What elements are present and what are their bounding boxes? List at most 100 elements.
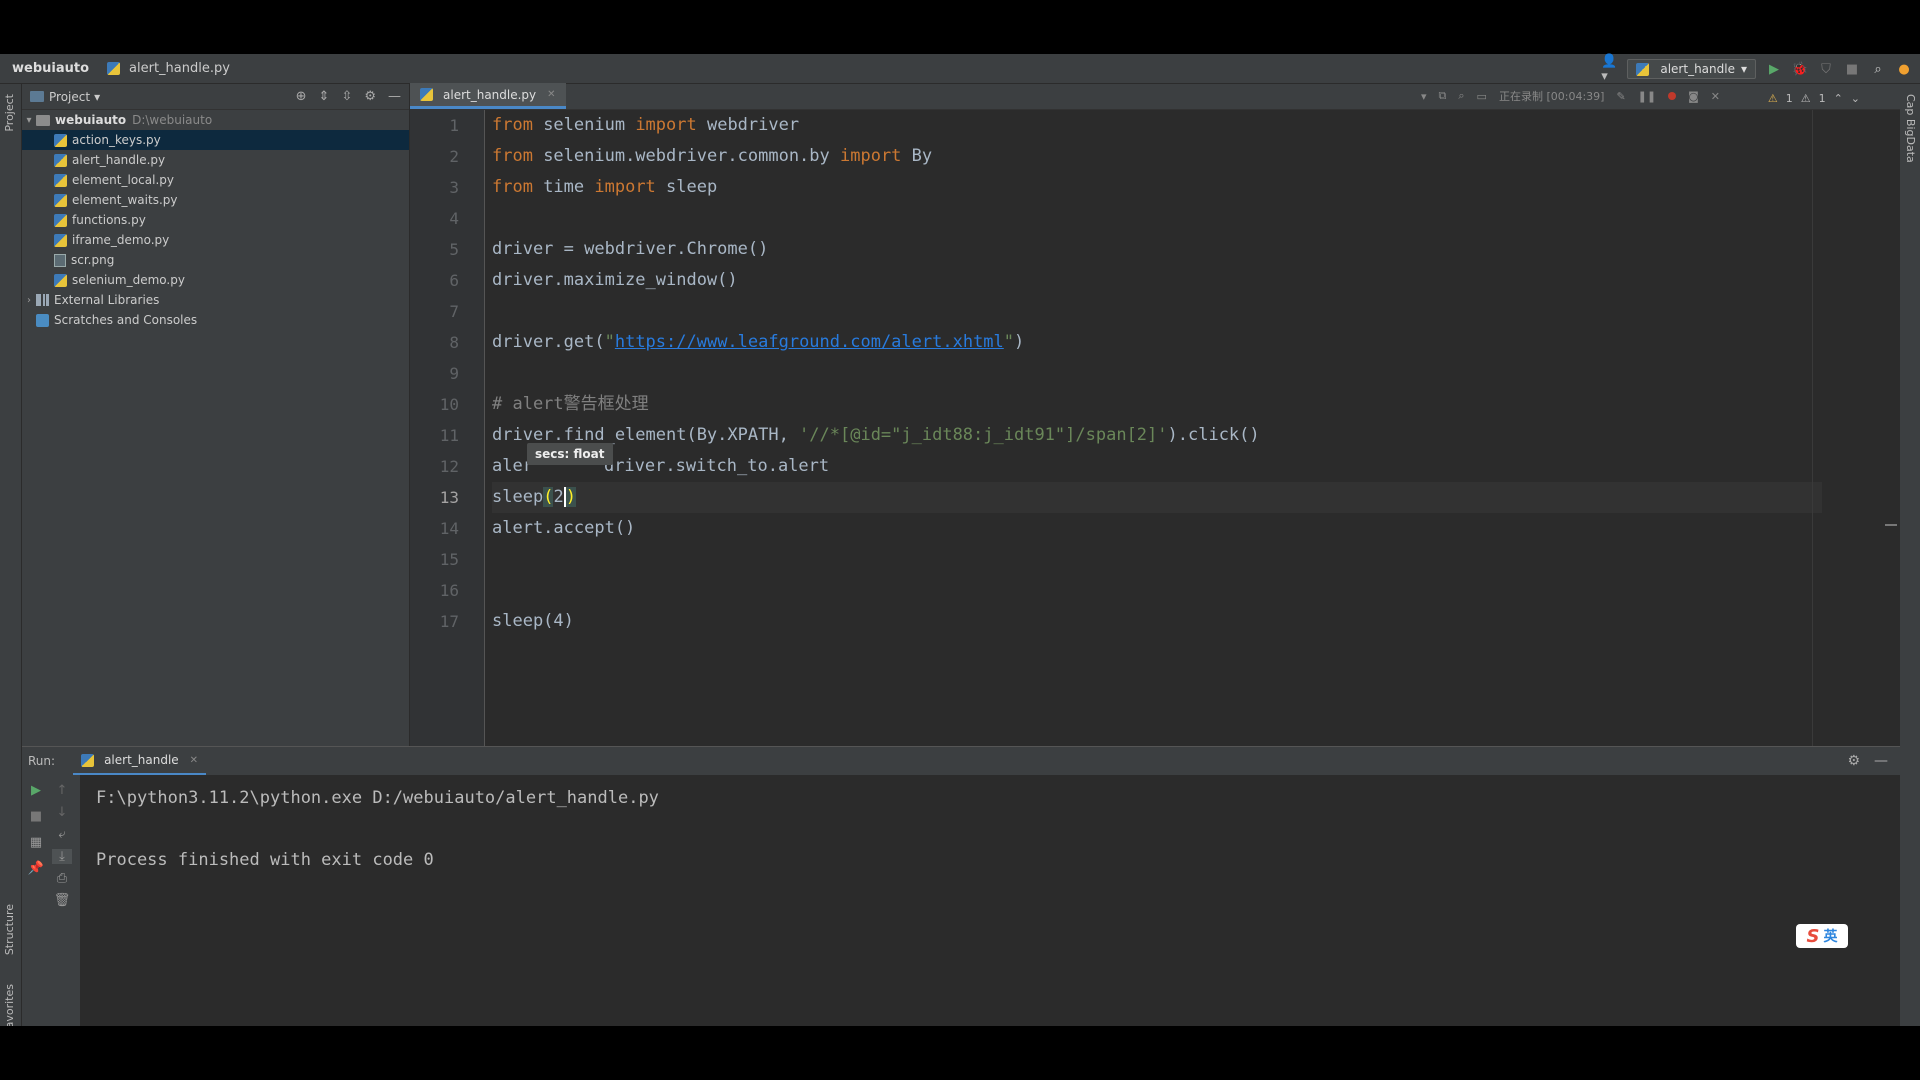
structure-tool-tab[interactable]: Structure [3, 904, 16, 955]
collapse-all-icon[interactable]: ⇳ [341, 89, 352, 104]
tree-scratches[interactable]: Scratches and Consoles [22, 310, 409, 330]
record-icon[interactable] [1668, 92, 1677, 100]
tree-file[interactable]: action_keys.py [22, 130, 409, 150]
code-line[interactable]: aler driver.switch_to.alert [492, 451, 1822, 482]
console-line: Process finished with exit code 0 [96, 850, 434, 870]
pause-icon[interactable]: ❚❚ [1638, 90, 1656, 103]
close-icon[interactable]: ✕ [1711, 90, 1720, 103]
project-view-selector[interactable]: Project [49, 90, 90, 104]
tree-root[interactable]: ▾ webuiauto D:\webuiauto [22, 110, 409, 130]
code-line-empty[interactable] [492, 296, 1822, 327]
tree-file[interactable]: iframe_demo.py [22, 230, 409, 250]
string-quote: " [1003, 332, 1015, 352]
code-line[interactable]: driver.find_element(By.XPATH, '//*[@id="… [492, 420, 1822, 451]
code-line-current[interactable]: sleep(2) [492, 482, 1822, 513]
gear-icon[interactable]: ⚙ [1847, 753, 1860, 769]
update-icon[interactable]: ● [1896, 61, 1912, 77]
pen-icon[interactable]: ✎ [1616, 90, 1625, 103]
chevron-right-icon[interactable]: › [22, 295, 36, 306]
letterbox-top [0, 0, 1920, 54]
code-line[interactable]: # alert警告框处理 [492, 389, 1822, 420]
tree-file-label: action_keys.py [72, 133, 161, 147]
code-line[interactable]: from selenium.webdriver.common.by import… [492, 141, 1822, 172]
scroll-to-end-icon[interactable]: ⤓ [52, 849, 72, 864]
chevron-down-icon[interactable]: ▾ [22, 115, 36, 126]
navigation-bar: webuiauto alert_handle.py 👤▾ alert_handl… [0, 54, 1920, 84]
code-line-empty[interactable] [492, 544, 1822, 575]
code-line[interactable]: alert.accept() [492, 513, 1822, 544]
pin-icon[interactable]: 📌 [26, 861, 46, 876]
bigdata-tool-tab[interactable]: Cap BigData [1904, 94, 1917, 163]
code-area[interactable]: from selenium import webdriver from sele… [492, 110, 1822, 746]
soft-wrap-icon[interactable]: ⤶ [52, 827, 72, 842]
code-text: driver = webdriver.Chrome() [492, 239, 769, 259]
camera-icon[interactable]: ◙ [1688, 90, 1699, 103]
arrow-up-icon[interactable]: ↑ [52, 783, 72, 798]
tree-external-libraries[interactable]: › External Libraries [22, 290, 409, 310]
python-file-icon [54, 153, 67, 167]
run-tab[interactable]: alert_handle ✕ [73, 747, 207, 775]
tree-file[interactable]: element_local.py [22, 170, 409, 190]
keyword: from [492, 177, 533, 197]
code-line[interactable]: sleep(4) [492, 606, 1822, 637]
code-line[interactable]: driver.maximize_window() [492, 265, 1822, 296]
stop-icon[interactable]: ■ [1844, 61, 1860, 77]
minimize-icon[interactable]: — [388, 89, 401, 104]
chevron-down-icon[interactable]: ▾ [94, 90, 100, 104]
tree-file[interactable]: selenium_demo.py [22, 270, 409, 290]
user-icon[interactable]: 👤▾ [1601, 54, 1617, 84]
chevron-down-icon[interactable]: ⌄ [1851, 92, 1860, 105]
copy-icon[interactable]: ⧉ [1439, 89, 1447, 103]
tree-file[interactable]: alert_handle.py [22, 150, 409, 170]
close-icon[interactable]: ✕ [547, 89, 555, 100]
console-output[interactable]: F:\python3.11.2\python.exe D:/webuiauto/… [96, 783, 659, 876]
code-line-empty[interactable] [492, 203, 1822, 234]
code-line-empty[interactable] [492, 358, 1822, 389]
search-icon[interactable]: ⌕ [1870, 61, 1886, 77]
coverage-icon[interactable]: ⛉ [1818, 61, 1834, 77]
tree-file[interactable]: scr.png [22, 250, 409, 270]
code-line[interactable]: driver = webdriver.Chrome() [492, 234, 1822, 265]
breadcrumb-project[interactable]: webuiauto [12, 61, 89, 76]
code-line[interactable]: from selenium import webdriver [492, 110, 1822, 141]
trash-icon[interactable]: 🗑 [52, 893, 72, 908]
tree-file[interactable]: element_waits.py [22, 190, 409, 210]
ime-indicator[interactable]: S 英 [1796, 924, 1848, 948]
tree-file[interactable]: functions.py [22, 210, 409, 230]
minimize-icon[interactable]: — [1874, 753, 1888, 769]
warning-icon: ⚠ [1767, 92, 1778, 105]
code-line-empty[interactable] [492, 575, 1822, 606]
rerun-icon[interactable]: ▶ [26, 783, 46, 798]
console-line-empty [96, 814, 659, 845]
arrow-down-icon[interactable]: ↓ [52, 805, 72, 820]
keyword: import [594, 177, 656, 197]
breadcrumb-file[interactable]: alert_handle.py [107, 61, 230, 76]
console-line: F:\python3.11.2\python.exe D:/webuiauto/… [96, 788, 659, 808]
search-icon[interactable]: ⌕ [1458, 89, 1464, 103]
line-number: 16 [439, 581, 459, 600]
python-file-icon [107, 62, 121, 75]
stop-icon[interactable]: ■ [26, 809, 46, 824]
expand-all-icon[interactable]: ⇕ [319, 89, 330, 104]
gear-icon[interactable]: ⚙ [364, 89, 376, 104]
run-icon[interactable]: ▶ [1766, 61, 1782, 77]
comment: # alert警告框处理 [492, 394, 649, 414]
url-link[interactable]: https://www.leafground.com/alert.xhtml [615, 332, 1004, 352]
code-line[interactable]: driver.get("https://www.leafground.com/a… [492, 327, 1822, 358]
debug-icon[interactable]: 🐞 [1792, 61, 1808, 77]
close-icon[interactable]: ✕ [190, 755, 198, 766]
inspections-widget[interactable]: ⚠ 1 ⚠ 1 ⌃ ⌄ [1768, 92, 1860, 105]
layout-icon[interactable]: ▦ [26, 835, 46, 850]
chevron-down-icon[interactable]: ▾ [1421, 90, 1427, 103]
editor-tab[interactable]: alert_handle.py ✕ [410, 83, 566, 109]
code-text: sleep(4) [492, 611, 574, 631]
print-icon[interactable]: ⎙ [52, 871, 72, 886]
window-icon[interactable]: ▭ [1477, 90, 1487, 103]
scrollbar-marker[interactable] [1885, 524, 1897, 526]
run-config-selector[interactable]: alert_handle ▾ [1627, 59, 1756, 79]
code-line[interactable]: from time import sleep [492, 172, 1822, 203]
locate-icon[interactable]: ⊕ [296, 89, 307, 104]
line-number: 5 [449, 240, 459, 259]
chevron-up-icon[interactable]: ⌃ [1834, 92, 1843, 105]
project-tool-tab[interactable]: Project [3, 94, 16, 132]
